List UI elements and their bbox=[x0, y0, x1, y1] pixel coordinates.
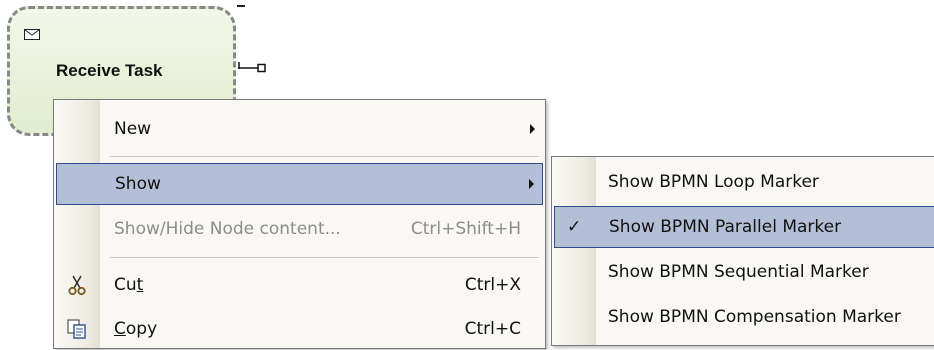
show-submenu: Show BPMN Loop Marker ✓ Show BPMN Parall… bbox=[551, 156, 934, 346]
task-label: Receive Task bbox=[56, 61, 163, 80]
submenu-item-label: Show BPMN Sequential Marker bbox=[608, 262, 869, 282]
menu-separator bbox=[110, 156, 539, 158]
menu-item-show-hide-node-content: Show/Hide Node content... Ctrl+Shift+H bbox=[56, 208, 543, 250]
submenu-item-label: Show BPMN Loop Marker bbox=[608, 172, 819, 192]
envelope-icon bbox=[24, 29, 40, 40]
submenu-item-label: Show BPMN Compensation Marker bbox=[608, 307, 901, 327]
connector-handle[interactable] bbox=[238, 61, 268, 75]
menu-item-label: Show bbox=[115, 174, 161, 194]
menu-item-copy[interactable]: Copy Ctrl+C bbox=[56, 308, 543, 350]
menu-item-label: Show/Hide Node content... bbox=[114, 219, 341, 239]
submenu-item-sequential-marker[interactable]: Show BPMN Sequential Marker bbox=[554, 251, 934, 293]
submenu-item-parallel-marker[interactable]: ✓ Show BPMN Parallel Marker bbox=[554, 206, 934, 248]
submenu-item-compensation-marker[interactable]: Show BPMN Compensation Marker bbox=[554, 296, 934, 338]
submenu-arrow-icon bbox=[530, 124, 535, 134]
checkmark-icon: ✓ bbox=[567, 217, 582, 237]
menu-item-shortcut: Ctrl+X bbox=[464, 275, 521, 295]
copy-icon bbox=[67, 319, 86, 339]
menu-item-shortcut: Ctrl+C bbox=[464, 319, 521, 339]
menu-item-new[interactable]: New bbox=[56, 104, 543, 154]
menu-separator bbox=[110, 257, 539, 259]
context-menu: New Show Show/Hide Node content... Ctrl+… bbox=[53, 99, 546, 349]
submenu-item-label: Show BPMN Parallel Marker bbox=[609, 217, 842, 237]
menu-item-cut[interactable]: Cut Ctrl+X bbox=[56, 264, 543, 306]
menu-item-show[interactable]: Show bbox=[56, 163, 543, 205]
menu-item-shortcut: Ctrl+Shift+H bbox=[410, 219, 521, 239]
scissors-icon bbox=[68, 275, 86, 296]
submenu-item-loop-marker[interactable]: Show BPMN Loop Marker bbox=[554, 161, 934, 203]
node-top-handle bbox=[237, 5, 245, 7]
menu-item-label: New bbox=[114, 119, 152, 139]
submenu-arrow-icon bbox=[529, 179, 534, 189]
menu-item-label: Cut bbox=[114, 275, 144, 295]
menu-item-label: Copy bbox=[114, 319, 158, 339]
